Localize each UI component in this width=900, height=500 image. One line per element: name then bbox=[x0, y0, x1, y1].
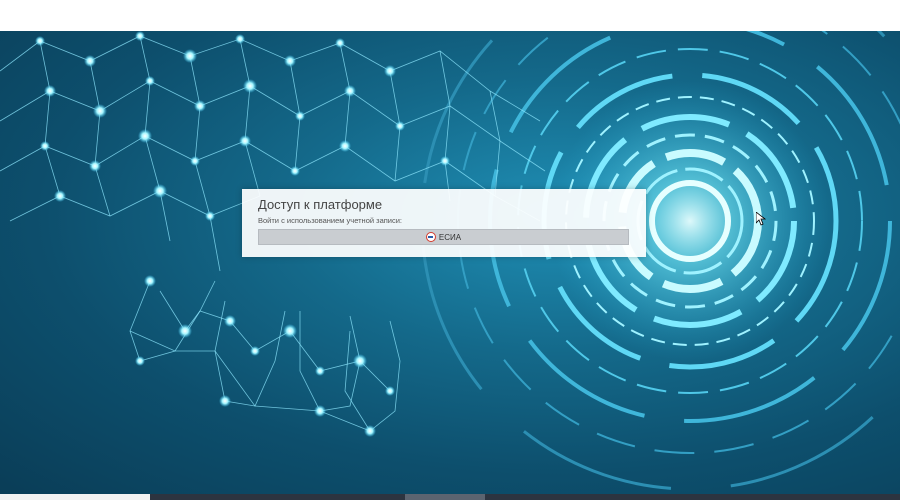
background-image bbox=[0, 31, 900, 494]
mouse-cursor-icon bbox=[756, 212, 766, 226]
esia-button-label: ЕСИА bbox=[438, 232, 462, 242]
taskbar-segment bbox=[405, 494, 485, 500]
esia-logo-icon bbox=[425, 232, 436, 242]
login-card: Доступ к платформе Войти с использование… bbox=[242, 189, 646, 257]
top-bar bbox=[0, 0, 900, 31]
taskbar bbox=[0, 494, 900, 500]
digital-hand-illustration bbox=[0, 31, 900, 491]
esia-login-button[interactable]: ЕСИА bbox=[258, 229, 629, 245]
login-subtitle: Войти с использованием учетной записи: bbox=[258, 216, 403, 225]
taskbar-segment bbox=[0, 494, 150, 500]
login-title: Доступ к платформе bbox=[258, 197, 383, 212]
